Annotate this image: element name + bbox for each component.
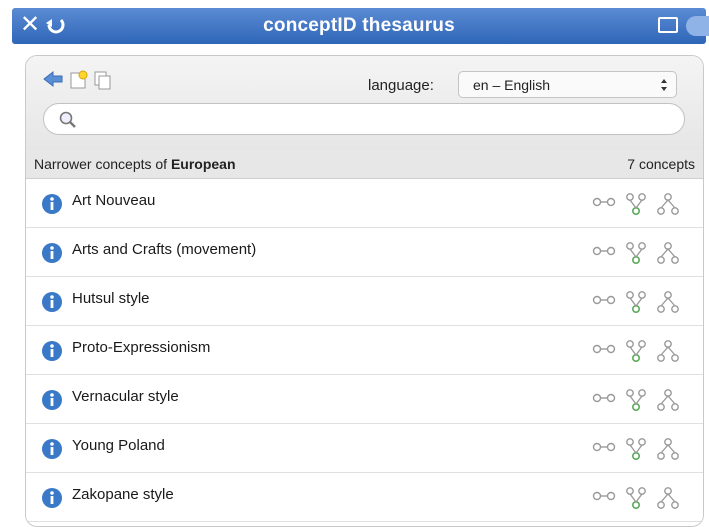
list-header-prefix: Narrower concepts of	[34, 156, 171, 172]
concept-label[interactable]: Hutsul style	[72, 290, 150, 307]
resize-icon[interactable]	[658, 17, 678, 33]
concept-label[interactable]: Arts and Crafts (movement)	[72, 241, 256, 258]
broader-tree-icon[interactable]	[655, 241, 681, 270]
search-icon	[58, 111, 78, 134]
broader-tree-icon[interactable]	[655, 388, 681, 417]
concept-label[interactable]: Zakopane style	[72, 486, 174, 503]
link-icon[interactable]	[591, 290, 617, 315]
list-item[interactable]: Art Nouveau	[26, 179, 703, 228]
info-icon[interactable]	[41, 340, 63, 367]
link-icon[interactable]	[591, 241, 617, 266]
narrower-tree-icon[interactable]	[623, 241, 649, 270]
row-actions	[591, 339, 691, 363]
broader-tree-icon[interactable]	[655, 339, 681, 368]
select-arrows-icon	[660, 78, 668, 95]
window-title: conceptID thesaurus	[263, 15, 455, 36]
concept-list: Art Nouveau Arts and Crafts (movement) H…	[26, 179, 703, 522]
list-item[interactable]: Young Poland	[26, 424, 703, 473]
list-item[interactable]: Arts and Crafts (movement)	[26, 228, 703, 277]
link-icon[interactable]	[591, 339, 617, 364]
thesaurus-panel: language: en – English Narrower concepts…	[25, 55, 704, 527]
narrower-tree-icon[interactable]	[623, 290, 649, 319]
info-icon[interactable]	[41, 193, 63, 220]
concept-label[interactable]: Vernacular style	[72, 388, 179, 405]
narrower-tree-icon[interactable]	[623, 339, 649, 368]
narrower-tree-icon[interactable]	[623, 486, 649, 515]
list-item[interactable]: Zakopane style	[26, 473, 703, 522]
language-select-value: en – English	[473, 77, 551, 93]
new-note-icon[interactable]	[69, 70, 89, 95]
list-header-term: European	[170, 156, 236, 172]
narrower-tree-icon[interactable]	[623, 437, 649, 466]
list-item[interactable]: Proto-Expressionism	[26, 326, 703, 375]
link-icon[interactable]	[591, 437, 617, 462]
window-titlebar: ✕ conceptID thesaurus	[12, 8, 709, 44]
info-icon[interactable]	[41, 487, 63, 514]
concept-label[interactable]: Young Poland	[72, 437, 165, 454]
row-actions	[591, 192, 691, 216]
toolbar: language: en – English	[26, 56, 703, 151]
info-icon[interactable]	[41, 242, 63, 269]
info-icon[interactable]	[41, 389, 63, 416]
info-icon[interactable]	[41, 438, 63, 465]
search-input[interactable]	[43, 103, 685, 135]
concept-label[interactable]: Art Nouveau	[72, 192, 155, 209]
narrower-tree-icon[interactable]	[623, 388, 649, 417]
list-header: Narrower concepts of European 7 concepts	[26, 150, 703, 179]
copy-icon[interactable]	[93, 70, 113, 95]
row-actions	[591, 388, 691, 412]
row-actions	[591, 437, 691, 461]
list-header-title: Narrower concepts of European	[34, 156, 236, 172]
row-actions	[591, 290, 691, 314]
broader-tree-icon[interactable]	[655, 486, 681, 515]
link-icon[interactable]	[591, 486, 617, 511]
row-actions	[591, 241, 691, 265]
narrower-tree-icon[interactable]	[623, 192, 649, 221]
link-icon[interactable]	[591, 192, 617, 217]
language-label: language:	[368, 77, 434, 94]
window-pill-control[interactable]	[686, 16, 709, 36]
broader-tree-icon[interactable]	[655, 290, 681, 319]
info-icon[interactable]	[41, 291, 63, 318]
list-item[interactable]: Hutsul style	[26, 277, 703, 326]
language-select[interactable]: en – English	[458, 71, 677, 98]
row-actions	[591, 486, 691, 510]
broader-tree-icon[interactable]	[655, 437, 681, 466]
link-icon[interactable]	[591, 388, 617, 413]
back-arrow-icon[interactable]	[42, 70, 64, 93]
concept-label[interactable]: Proto-Expressionism	[72, 339, 210, 356]
concept-count: 7 concepts	[627, 156, 695, 172]
list-item[interactable]: Vernacular style	[26, 375, 703, 424]
broader-tree-icon[interactable]	[655, 192, 681, 221]
